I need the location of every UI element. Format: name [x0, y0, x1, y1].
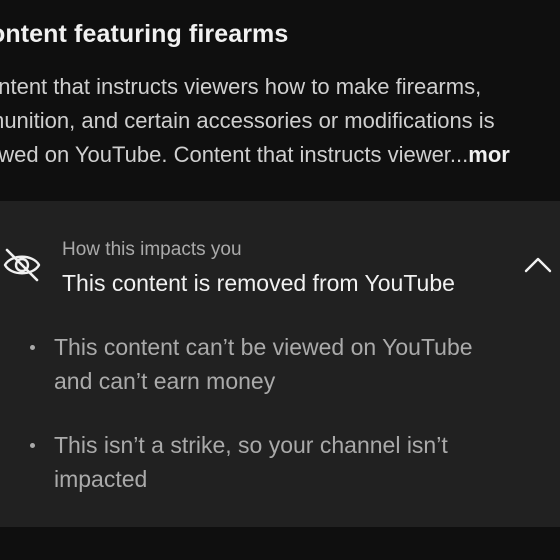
policy-description-line: ontent that instructs viewers how to mak… [0, 74, 482, 99]
list-item: This content can’t be viewed on YouTube … [0, 330, 473, 398]
impact-title: This content is removed from YouTube [62, 270, 455, 296]
policy-title: ontent featuring firearms [0, 20, 289, 48]
impact-bullet-list: This content can’t be viewed on YouTube … [0, 330, 473, 526]
bullet-dot [30, 443, 35, 448]
bullet-dot [30, 345, 35, 350]
list-item: This isn’t a strike, so your channel isn… [0, 428, 473, 496]
policy-description-text: owed on YouTube. Content that instructs … [0, 142, 469, 167]
chevron-up-icon [524, 257, 552, 273]
impact-subtitle: How this impacts you [62, 239, 242, 260]
more-link[interactable]: mor [468, 142, 510, 167]
policy-description-line: munition, and certain accessories or mod… [0, 108, 495, 133]
page: ontent featuring firearms ontent that in… [0, 0, 560, 560]
bullet-text: This content can’t be viewed on YouTube … [54, 330, 473, 398]
bullet-text-line: and can’t earn money [54, 368, 276, 394]
bullet-text-line: impacted [54, 466, 148, 492]
bullet-text: This isn’t a strike, so your channel isn… [54, 428, 473, 496]
policy-description-line: owed on YouTube. Content that instructs … [0, 138, 560, 172]
bullet-text-line: This content can’t be viewed on YouTube [54, 334, 473, 360]
collapse-button[interactable] [516, 244, 560, 288]
bottom-strip [0, 527, 560, 560]
impact-header: How this impacts you This content is rem… [62, 238, 455, 298]
policy-description: ontent that instructs viewers how to mak… [0, 70, 560, 172]
bullet-text-line: This isn’t a strike, so your channel isn… [54, 432, 448, 458]
policy-section: ontent featuring firearms ontent that in… [0, 0, 560, 200]
eye-off-icon [3, 248, 41, 282]
